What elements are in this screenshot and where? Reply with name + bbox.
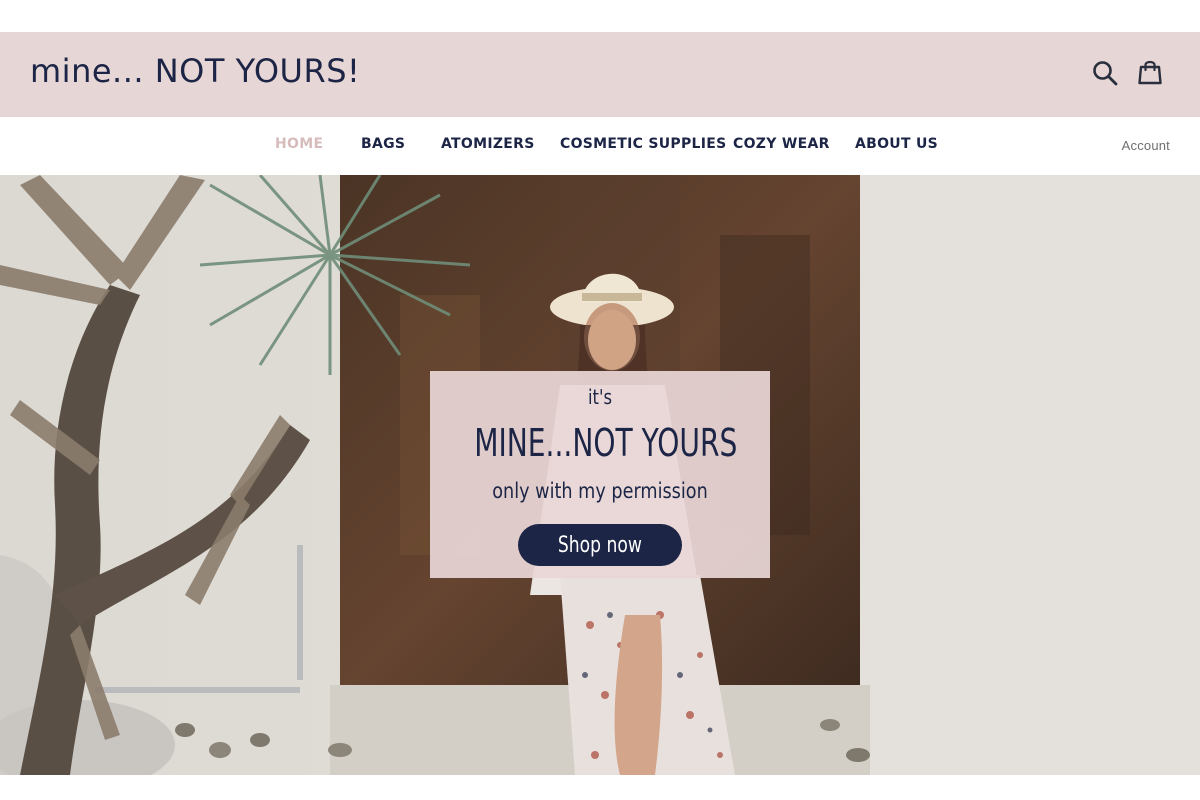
- site-header: mine... NOT YOURS!: [0, 32, 1200, 117]
- shop-now-button[interactable]: Shop now: [518, 524, 682, 566]
- hero-subtitle: only with my permission: [492, 479, 708, 503]
- search-icon[interactable]: [1090, 58, 1120, 88]
- hero-promo-box: it's MINE...NOT YOURS only with my permi…: [430, 371, 770, 578]
- nav-item-bags[interactable]: BAGS: [361, 136, 405, 152]
- page-bottom-area: [0, 775, 1200, 800]
- top-strip: [0, 0, 1200, 32]
- hero-banner: it's MINE...NOT YOURS only with my permi…: [0, 175, 1200, 775]
- shopping-bag-icon[interactable]: [1135, 58, 1165, 88]
- nav-item-home[interactable]: HOME: [275, 136, 323, 152]
- site-logo[interactable]: mine... NOT YOURS!: [30, 52, 360, 90]
- shop-now-label: Shop now: [557, 532, 643, 558]
- nav-item-atomizers[interactable]: ATOMIZERS: [441, 136, 535, 152]
- account-link[interactable]: Account: [1122, 138, 1170, 153]
- nav-item-cozy-wear[interactable]: COZY WEAR: [733, 136, 830, 152]
- hero-title: MINE...NOT YOURS: [474, 421, 738, 465]
- main-navigation: HOME BAGS ATOMIZERS COSMETIC SUPPLIES CO…: [0, 117, 1200, 175]
- nav-item-about-us[interactable]: ABOUT US: [855, 136, 938, 152]
- nav-item-cosmetic-supplies[interactable]: COSMETIC SUPPLIES: [560, 136, 727, 152]
- hero-pretitle: it's: [587, 385, 613, 409]
